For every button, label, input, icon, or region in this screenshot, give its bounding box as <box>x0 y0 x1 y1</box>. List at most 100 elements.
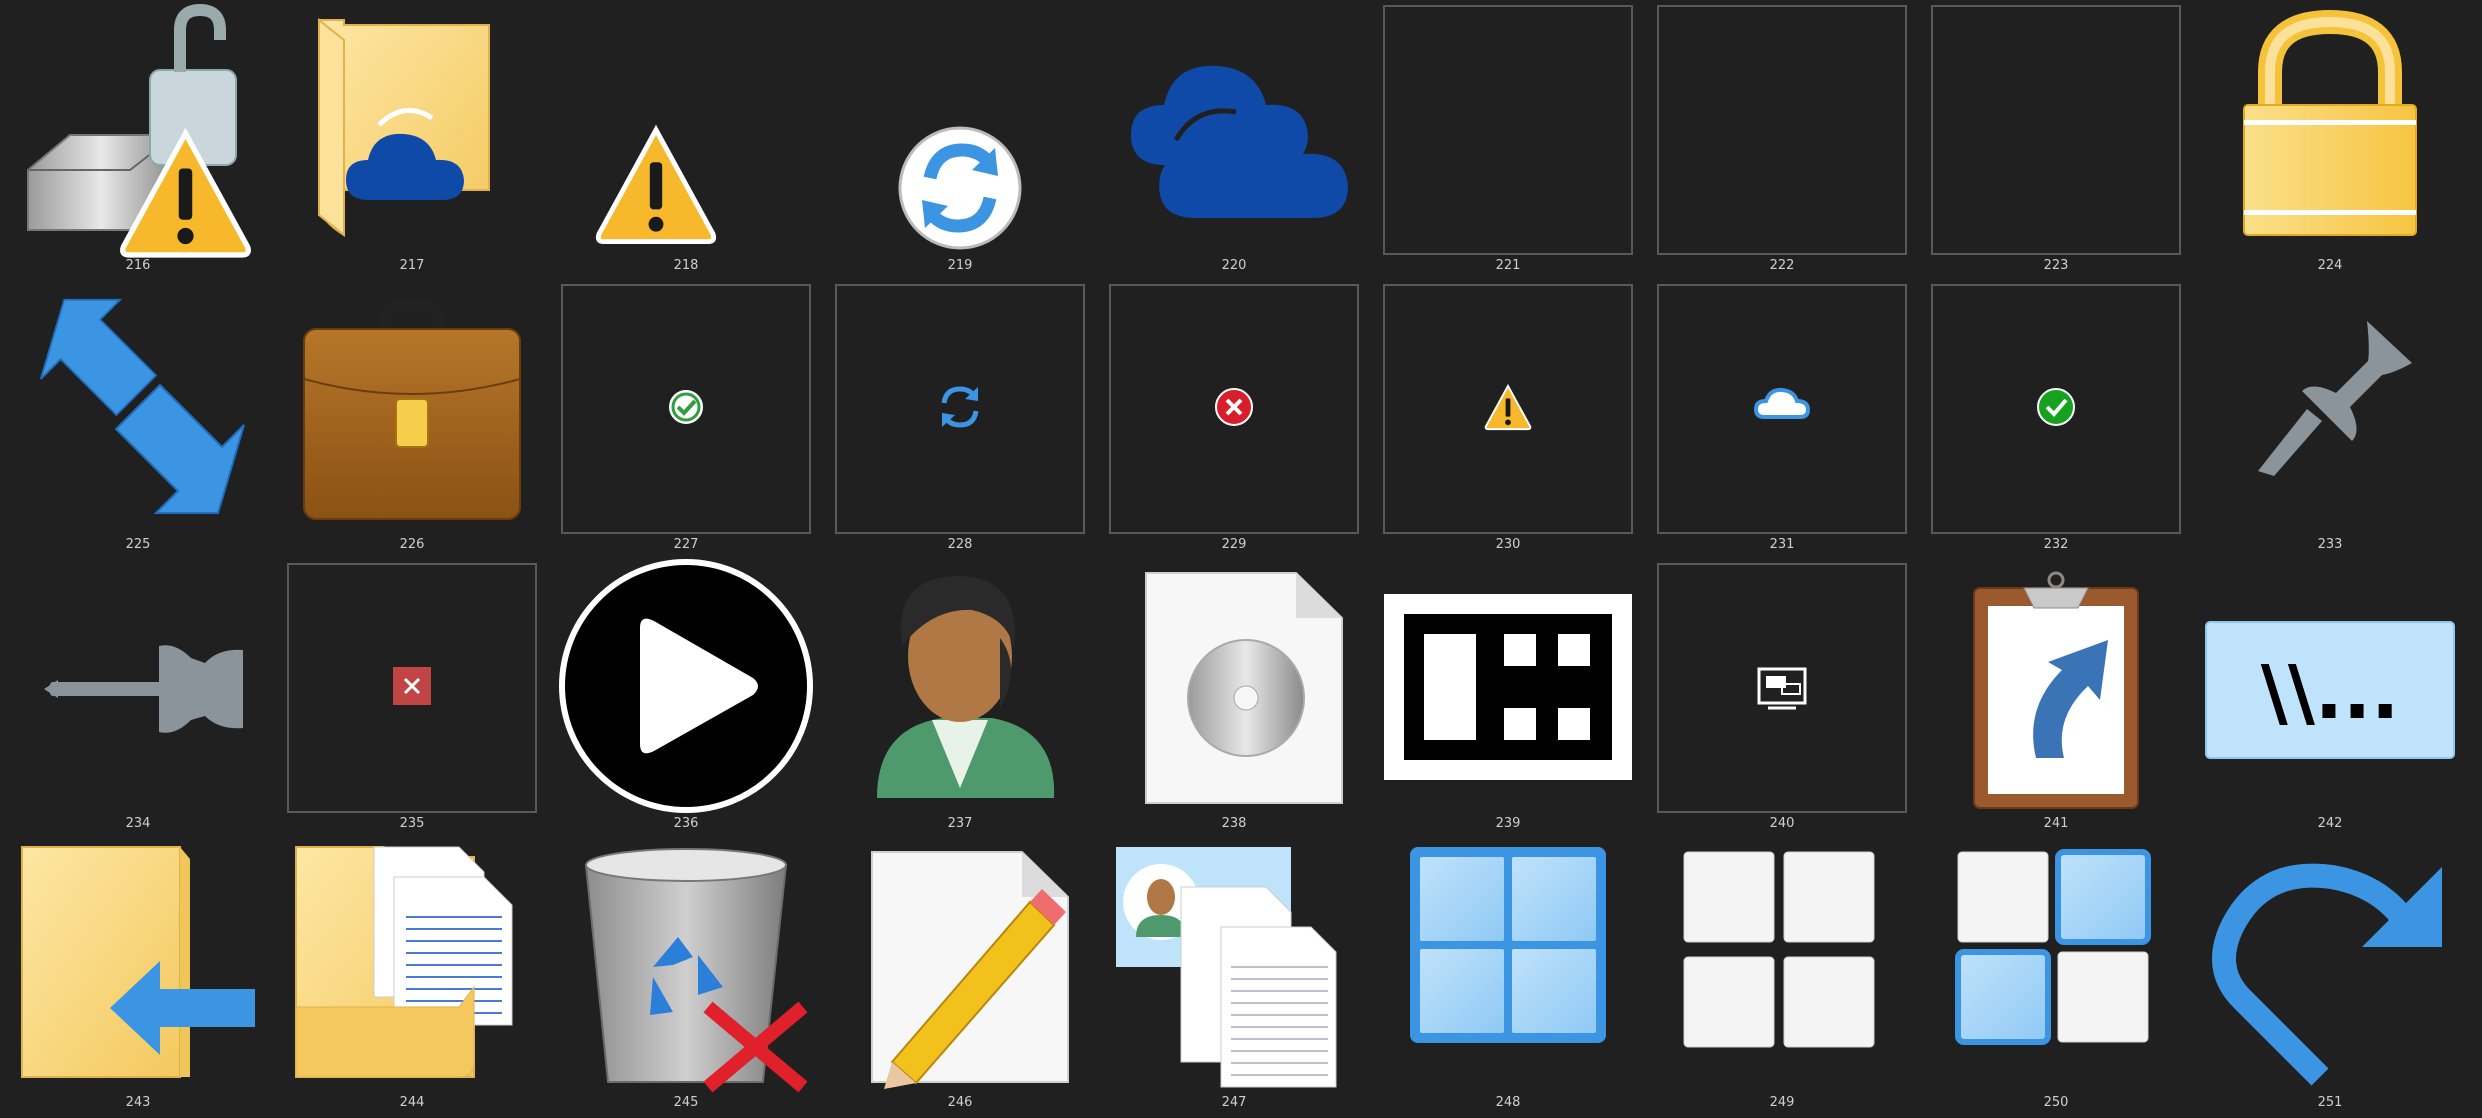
icon-cell[interactable]: 220 <box>1106 0 1380 279</box>
icon-cell[interactable]: 223 <box>1928 0 2202 279</box>
onedrive-folder-icon <box>318 17 490 238</box>
icon-cell[interactable]: 222 <box>1654 0 1928 279</box>
icon-number-label: 232 <box>2043 537 2069 552</box>
icon-cell[interactable]: 236 <box>558 558 832 837</box>
icon-cell[interactable]: 216 <box>10 0 284 279</box>
sync-overlay-icon <box>941 386 979 428</box>
icon-cell[interactable]: 228 <box>832 279 1106 558</box>
icon-number-label: 220 <box>1221 258 1247 273</box>
icon-number-label: 218 <box>673 258 699 273</box>
icon-number-label: 244 <box>399 1095 425 1110</box>
icon-cell[interactable]: 231 <box>1654 279 1928 558</box>
icon-cell[interactable]: 239 <box>1380 558 1654 837</box>
network-path-text: \\... <box>2261 650 2399 736</box>
icon-cell[interactable]: 225 <box>10 279 284 558</box>
icon-cell[interactable]: 226 <box>284 279 558 558</box>
icon-cell[interactable]: 233 <box>2202 279 2476 558</box>
red-x-overlay-icon <box>393 667 431 705</box>
icon-number-label: 246 <box>947 1095 973 1110</box>
icon-number-label: 239 <box>1495 816 1521 831</box>
contact-documents-icon <box>1116 847 1337 1088</box>
tile-layout-icon <box>1384 594 1632 780</box>
icon-number-label: 250 <box>2043 1095 2069 1110</box>
onedrive-cloud-icon <box>1131 65 1348 218</box>
icon-cell[interactable]: 240 <box>1654 558 1928 837</box>
icon-cell[interactable]: 234 <box>10 558 284 837</box>
unpin-icon <box>44 645 243 733</box>
unlocked-drive-warning-icon <box>27 3 251 258</box>
error-overlay-icon <box>1215 388 1253 426</box>
warning-triangle-icon <box>595 124 717 245</box>
icon-cell[interactable]: 217 <box>284 0 558 279</box>
briefcase-icon <box>303 300 521 520</box>
clipboard-shortcut-icon <box>1973 571 2139 809</box>
icon-number-label: 221 <box>1495 258 1521 273</box>
icon-cell[interactable]: 221 <box>1380 0 1654 279</box>
icon-cell[interactable]: 237 <box>832 558 1106 837</box>
icon-cell[interactable]: \\... 242 <box>2202 558 2476 837</box>
icon-number-label: 233 <box>2317 537 2343 552</box>
icon-number-label: 240 <box>1769 816 1795 831</box>
icon-number-label: 234 <box>125 816 151 831</box>
icon-number-label: 224 <box>2317 258 2343 273</box>
start-tiles-mixed-icon <box>1955 849 2151 1045</box>
sync-circle-icon <box>898 126 1022 250</box>
icon-cell[interactable]: 238 <box>1106 558 1380 837</box>
icon-number-label: 230 <box>1495 537 1521 552</box>
compress-arrows-icon <box>39 298 245 514</box>
icon-cell[interactable]: 224 <box>2202 0 2476 279</box>
icon-number-label: 237 <box>947 816 973 831</box>
icon-number-label: 241 <box>2043 816 2069 831</box>
icon-number-label: 216 <box>125 258 151 273</box>
blank-overlay-icon <box>1654 0 1910 256</box>
icon-cell[interactable]: 218 <box>558 0 832 279</box>
icon-number-label: 236 <box>673 816 699 831</box>
icon-cell[interactable]: 235 <box>284 558 558 837</box>
icon-number-label: 235 <box>399 816 425 831</box>
icon-number-label: 249 <box>1769 1095 1795 1110</box>
icon-number-label: 238 <box>1221 816 1247 831</box>
icon-number-label: 226 <box>399 537 425 552</box>
icon-number-label: 251 <box>2317 1095 2343 1110</box>
redo-arrow-icon <box>2212 863 2442 1086</box>
folder-documents-icon <box>295 846 513 1078</box>
icon-number-label: 225 <box>125 537 151 552</box>
icon-cell[interactable]: 232 <box>1928 279 2202 558</box>
blank-overlay-icon <box>1928 0 2184 256</box>
icon-cell[interactable]: 251 <box>2202 837 2476 1116</box>
disc-image-file-icon <box>1145 572 1343 804</box>
user-avatar-icon <box>877 576 1055 798</box>
icon-number-label: 242 <box>2317 816 2343 831</box>
document-edit-icon <box>871 851 1069 1089</box>
icon-cell[interactable]: 248 <box>1380 837 1654 1116</box>
blank-overlay-icon <box>1380 0 1636 256</box>
icon-number-label: 217 <box>399 258 425 273</box>
icon-number-label: 247 <box>1221 1095 1247 1110</box>
icon-cell[interactable]: 249 <box>1654 837 1928 1116</box>
icon-cell[interactable]: 247 <box>1106 837 1380 1116</box>
icon-cell[interactable]: 219 <box>832 0 1106 279</box>
recycle-bin-delete-icon <box>584 848 808 1093</box>
icon-number-label: 231 <box>1769 537 1795 552</box>
cloud-overlay-icon <box>1753 387 1811 419</box>
icon-cell[interactable]: 246 <box>832 837 1106 1116</box>
icon-number-label: 222 <box>1769 258 1795 273</box>
icon-cell[interactable]: 245 <box>558 837 832 1116</box>
icon-cell[interactable]: 250 <box>1928 837 2202 1116</box>
folder-back-arrow-icon <box>21 846 255 1078</box>
pin-icon <box>2258 321 2412 476</box>
icon-number-label: 227 <box>673 537 699 552</box>
icon-cell[interactable]: 230 <box>1380 279 1654 558</box>
icon-number-label: 248 <box>1495 1095 1521 1110</box>
icon-grid: 216 217 218 219 220 221 222 223 224 225 226 227 228 2… <box>0 0 2482 1118</box>
icon-cell[interactable]: 241 <box>1928 558 2202 837</box>
start-tiles-white-icon <box>1683 851 1875 1048</box>
icon-cell[interactable]: 244 <box>284 837 558 1116</box>
icon-cell[interactable]: 243 <box>10 837 284 1116</box>
green-check-overlay-icon <box>2037 388 2075 426</box>
icon-cell[interactable]: 227 <box>558 279 832 558</box>
padlock-icon <box>2243 9 2417 236</box>
icon-number-label: 219 <box>947 258 973 273</box>
icon-cell[interactable]: 229 <box>1106 279 1380 558</box>
icon-number-label: 228 <box>947 537 973 552</box>
